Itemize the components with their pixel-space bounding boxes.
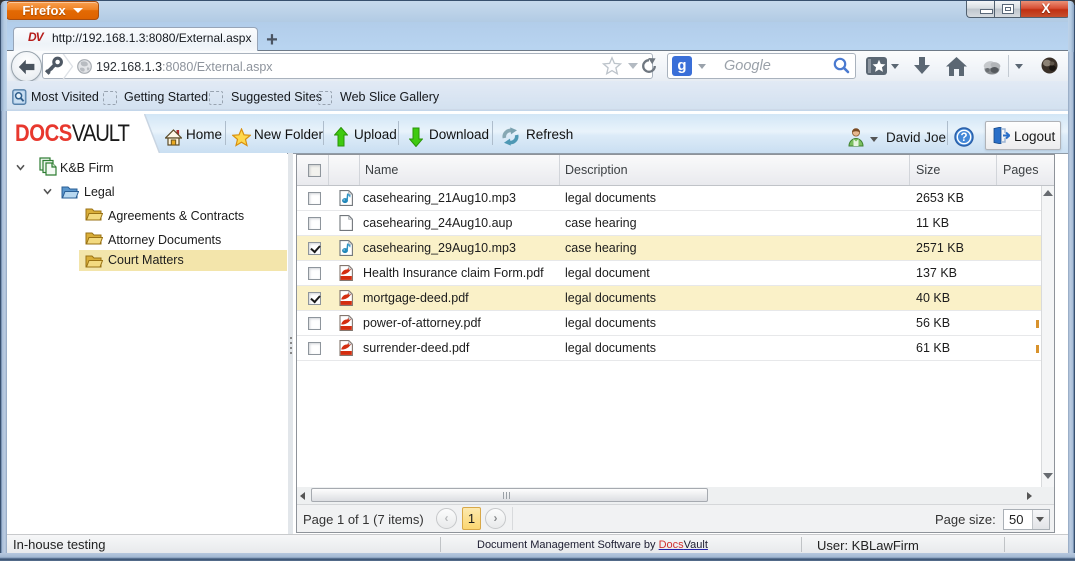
svg-text:?: ?: [960, 132, 967, 144]
